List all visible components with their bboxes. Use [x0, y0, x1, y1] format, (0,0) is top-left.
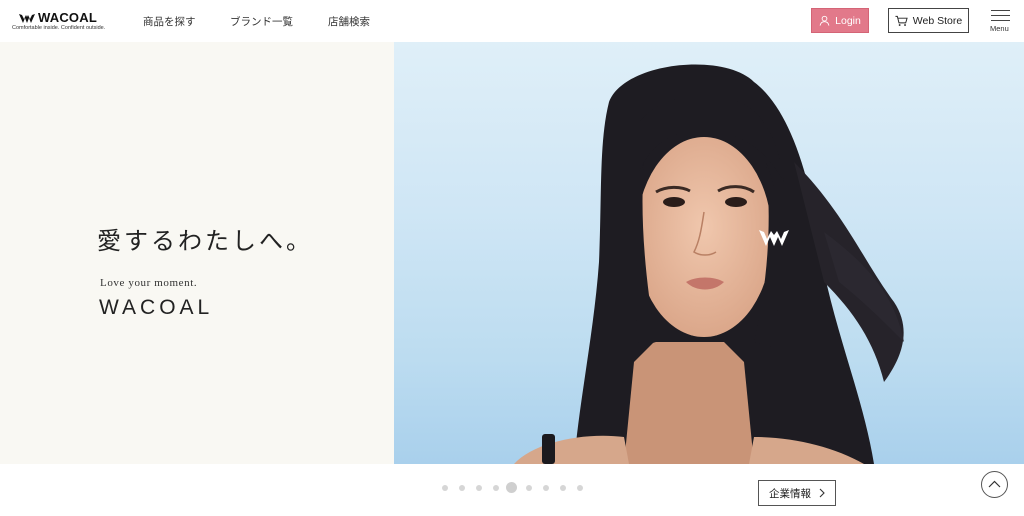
hero-photo-illustration: [514, 64, 904, 464]
scroll-to-top-button[interactable]: [981, 471, 1008, 498]
login-label: Login: [835, 14, 861, 27]
webstore-button[interactable]: Web Store: [888, 8, 969, 33]
carousel-dot-4[interactable]: [493, 485, 499, 491]
webstore-label: Web Store: [912, 14, 963, 27]
nav-store-search[interactable]: 店舗検索: [328, 14, 370, 29]
carousel-dot-2[interactable]: [459, 485, 465, 491]
carousel-dot-5[interactable]: [506, 482, 517, 493]
corporate-info-label: 企業情報: [769, 487, 811, 500]
logo-wordmark: WACOAL: [38, 10, 97, 25]
carousel-dot-1[interactable]: [442, 485, 448, 491]
chevron-up-icon: [988, 480, 1001, 488]
carousel-dot-9[interactable]: [577, 485, 583, 491]
menu-button[interactable]: Menu: [988, 9, 1014, 35]
carousel-dot-6[interactable]: [526, 485, 532, 491]
hero-tagline: Love your moment.: [100, 277, 198, 289]
nav-products[interactable]: 商品を探す: [143, 14, 196, 29]
cart-icon: [895, 15, 908, 26]
hero-brand: WACOAL: [99, 296, 214, 319]
carousel-dot-8[interactable]: [560, 485, 566, 491]
wacoal-logo-icon: [19, 14, 35, 23]
menu-label: Menu: [990, 24, 1009, 33]
hero-image[interactable]: [394, 42, 1024, 464]
carousel-dot-7[interactable]: [543, 485, 549, 491]
login-button[interactable]: Login: [811, 8, 869, 33]
nav-brands[interactable]: ブランド一覧: [230, 14, 293, 29]
wacoal-logo[interactable]: WACOAL Comfortable inside. Confident out…: [12, 10, 106, 32]
hero-headline: 愛するわたしへ。: [97, 227, 313, 255]
corporate-info-button[interactable]: 企業情報: [758, 480, 836, 506]
carousel-dot-3[interactable]: [476, 485, 482, 491]
site-header: WACOAL Comfortable inside. Confident out…: [0, 0, 1024, 42]
user-icon: [819, 15, 830, 26]
logo-tagline: Comfortable inside. Confident outside.: [12, 25, 106, 31]
chevron-right-icon: [819, 488, 825, 498]
